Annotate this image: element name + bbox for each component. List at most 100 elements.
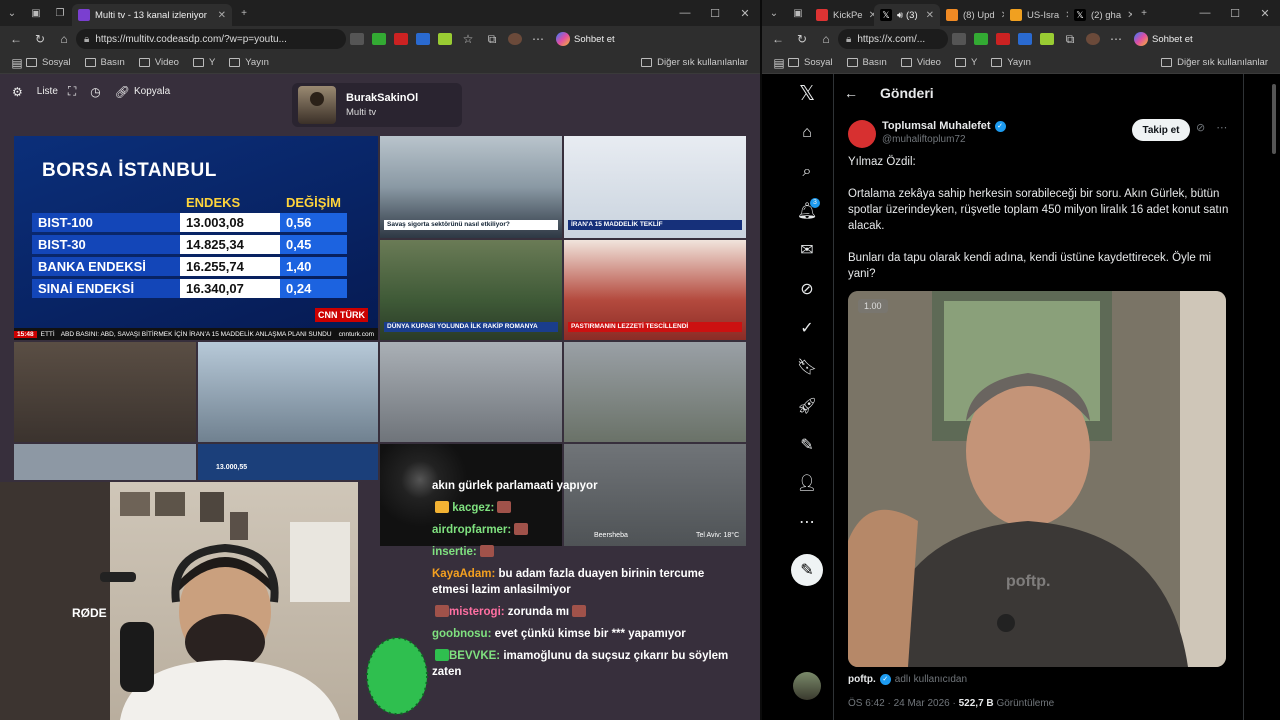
bookmarks-icon[interactable]: 🔖︎ [796,356,818,378]
grok-icon[interactable]: ⊘ [1196,122,1205,134]
messages-icon[interactable]: ✉ [796,239,818,261]
compose-post-icon[interactable]: ✎ [791,554,823,586]
extension-icon[interactable] [438,33,452,45]
chat-user[interactable]: KayaAdam: [432,568,495,580]
close-tab-icon[interactable]: ✕ [995,10,1004,21]
tab-menu-icon[interactable]: ⌄ [0,0,24,26]
video-tile-anchor[interactable]: İRAN'A 15 MADDELİK TEKLİF [564,136,746,238]
reading-list-icon[interactable]: ▤ [8,56,26,70]
video-tile-horizon[interactable] [14,444,196,480]
video-tile-soldiers[interactable] [14,342,196,442]
close-tab-icon[interactable]: ✕ [1121,10,1132,21]
extension-icon[interactable] [996,33,1010,45]
favorites-icon[interactable]: ☆ [456,32,480,46]
extension-icon[interactable] [1040,33,1054,45]
extension-icon[interactable] [416,33,430,45]
copilot-button[interactable]: Sohbet et [1134,32,1193,46]
bookmark-folder[interactable]: Video [900,57,941,68]
streamer-profile[interactable]: BurakSakinOl Multi tv [292,83,462,127]
more-icon[interactable]: ⋯ [1216,122,1227,134]
bookmark-folder[interactable]: Y [192,57,215,68]
chat-user[interactable]: BEVVKE: [449,650,500,662]
home-icon[interactable]: ⌂ [52,32,76,46]
author-avatar[interactable] [848,120,876,148]
grok-icon[interactable]: ⊘ [796,278,818,300]
bookmark-folder[interactable]: Sosyal [26,57,71,68]
video-tile-city-cam-2[interactable] [564,342,746,442]
back-arrow-icon[interactable]: ← [844,85,858,101]
workspaces-icon[interactable]: ▣ [24,0,48,26]
fullscreen-button[interactable]: ⛶ [68,84,80,99]
new-tab-icon[interactable]: + [1132,0,1156,26]
more-icon[interactable]: ⋯ [526,32,550,46]
chat-user[interactable]: misterogi: [449,606,505,618]
profile-avatar[interactable] [1086,33,1100,45]
extension-icon[interactable] [394,33,408,45]
bookmark-folder[interactable]: Basın [84,57,125,68]
tab-menu-icon[interactable]: ⌄ [762,0,786,26]
tab-updates[interactable]: (8) Upd✕ [940,4,1004,26]
home-icon[interactable]: ⌂ [796,122,818,144]
jobs-icon[interactable]: 🚀︎ [796,395,818,417]
tab-actions-icon[interactable]: ❐ [48,0,72,26]
close-tab-icon[interactable]: ✕ [863,10,874,21]
video-tile-news-studio[interactable]: Savaş sigorta sektörünü nasıl etkiliyor? [380,136,562,238]
chat-user[interactable]: kacgez: [452,502,494,514]
refresh-icon[interactable]: ↻ [790,32,814,46]
bookmark-folder[interactable]: Sosyal [788,57,833,68]
chat-user[interactable]: airdropfarmer: [432,524,511,536]
maximize-icon[interactable]: ☐ [700,7,730,20]
profile-avatar[interactable] [508,33,522,45]
minimize-icon[interactable]: — [670,7,700,20]
collections-icon[interactable]: ⧉ [480,32,504,47]
post-video[interactable]: 1.00 poftp. [848,291,1226,667]
copilot-button[interactable]: Sohbet et [556,32,615,46]
bookmark-folder[interactable]: Yayın [991,57,1031,68]
x-logo-icon[interactable]: 𝕏 [796,82,818,105]
notifications-icon[interactable]: 🔔︎ 3 [796,198,820,222]
author-handle[interactable]: @muhaliftoplum72 [882,134,966,145]
extension-icon[interactable] [372,33,386,45]
close-tab-icon[interactable]: ✕ [920,10,934,21]
communities-icon[interactable]: ✓ [796,317,818,339]
bookmark-folder[interactable]: Basın [846,57,887,68]
extension-icon[interactable] [952,33,966,45]
tab-x[interactable]: 𝕏 🔊︎ (3) ✕ [874,4,940,26]
extension-icon[interactable] [1018,33,1032,45]
lists-icon[interactable]: ✎ [796,434,818,456]
tab-us-israel[interactable]: US-Isra✕ [1004,4,1068,26]
url-field[interactable]: 🔒︎ https://multitv.codeasdp.com/?w=p=you… [76,29,346,49]
workspaces-icon[interactable]: ▣ [786,0,810,26]
bookmark-folder[interactable]: Yayın [229,57,269,68]
back-icon[interactable]: ← [766,32,790,46]
more-options-icon[interactable]: ⋯ [796,511,818,533]
bookmark-folder[interactable]: Video [138,57,179,68]
video-tile-city-cam[interactable] [380,342,562,442]
video-tile-cnnturk[interactable]: BORSA İSTANBUL ENDEKS DEĞİŞİM BIST-100 13.… [14,136,378,340]
profile-icon[interactable]: 👤︎ [796,472,818,494]
collections-icon[interactable]: ⧉ [1058,32,1082,47]
bookmark-folder[interactable]: Y [954,57,977,68]
video-tile-bist-mini[interactable]: 13.000,55 [198,444,378,480]
chat-user[interactable]: insertie: [432,546,477,558]
back-icon[interactable]: ← [4,32,28,46]
search-icon[interactable]: ⌕ [796,161,818,183]
close-tab-icon[interactable]: ✕ [212,10,226,21]
new-tab-icon[interactable]: + [232,0,256,26]
source-user[interactable]: poftp. [848,674,876,685]
tab-kick[interactable]: KickPe✕ [810,4,874,26]
other-favorites[interactable]: Diğer sık kullanılanlar [641,57,748,68]
tab-x-2[interactable]: 𝕏 (2) gha✕ [1068,4,1132,26]
tab-multitv[interactable]: Multi tv - 13 kanal izleniyor ✕ [72,4,232,26]
extension-icon[interactable] [974,33,988,45]
reading-list-icon[interactable]: ▤ [770,56,788,70]
video-tile-food[interactable]: PASTIRMANIN LEZZETİ TESCİLLENDİ [564,240,746,340]
playback-speed-button[interactable]: 1.00 [858,299,888,313]
close-window-icon[interactable]: ✕ [730,7,760,20]
maximize-icon[interactable]: ☐ [1220,7,1250,20]
more-icon[interactable]: ⋯ [1104,32,1128,46]
list-button[interactable]: Liste [37,86,58,97]
account-avatar[interactable] [793,672,821,700]
minimize-icon[interactable]: — [1190,7,1220,20]
url-field[interactable]: 🔒︎ https://x.com/... [838,29,948,49]
